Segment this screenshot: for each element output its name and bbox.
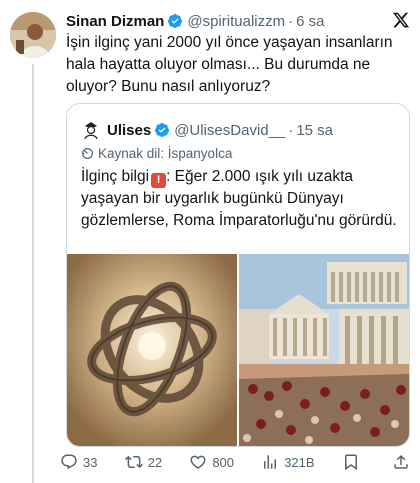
share-icon	[394, 454, 408, 469]
like-count: 800	[212, 454, 235, 470]
separator-dot: ·	[288, 12, 294, 30]
author-handle[interactable]: @spiritualizzm	[187, 13, 285, 30]
bookmark-icon	[344, 454, 357, 471]
quote-author-name[interactable]: Ulises	[107, 122, 151, 139]
quote-avatar[interactable]	[81, 120, 101, 140]
quoted-tweet[interactable]: Ulises @UlisesDavid__ · 15 sa Kaynak dil…	[66, 103, 410, 447]
translate-icon	[82, 148, 93, 159]
x-logo-icon[interactable]	[392, 11, 410, 29]
like-icon	[190, 455, 206, 469]
quote-time[interactable]: 15 sa	[296, 122, 333, 139]
views-count: 321B	[284, 454, 315, 470]
separator-dot: ·	[288, 121, 294, 139]
views-button[interactable]: 321B	[261, 453, 315, 471]
roman-forum-image[interactable]	[239, 254, 409, 446]
tweet-time[interactable]: 6 sa	[296, 13, 324, 30]
siren-emoji-icon: !	[151, 173, 167, 188]
thread-line	[32, 64, 34, 483]
retweet-icon	[124, 455, 143, 469]
author-name[interactable]: Sinan Dizman	[66, 13, 164, 30]
source-language-label: Kaynak dil: İspanyolca	[98, 146, 233, 161]
share-button[interactable]	[392, 453, 415, 471]
retweet-button[interactable]: 22	[124, 453, 163, 471]
retweet-count: 22	[147, 454, 163, 470]
verified-badge-icon	[155, 123, 170, 137]
author-avatar[interactable]	[10, 12, 56, 58]
bookmark-button[interactable]	[342, 453, 365, 471]
like-button[interactable]: 800	[189, 453, 234, 471]
tweet-text: İşin ilginç yani 2000 yıl önce yaşayan i…	[66, 34, 393, 95]
quote-author-handle[interactable]: @UlisesDavid__	[174, 122, 285, 139]
tweet-header: Sinan Dizman @spiritualizzm · 6 sa	[66, 10, 410, 32]
quote-media	[67, 254, 409, 446]
ring-structure-image[interactable]	[67, 254, 237, 446]
quote-text: İlginç bilgi!: Eğer 2.000 ışık yılı uzak…	[81, 166, 399, 232]
verified-badge-icon	[168, 14, 183, 28]
quote-header: Ulises @UlisesDavid__ · 15 sa	[81, 120, 333, 140]
tweet-card[interactable]: Sinan Dizman @spiritualizzm · 6 sa İşin …	[0, 0, 420, 483]
reply-button[interactable]: 33	[60, 453, 97, 471]
reply-icon	[61, 454, 77, 470]
reply-count: 33	[83, 454, 98, 470]
tweet-actions: 33 22 800 321B	[60, 452, 415, 472]
views-icon	[264, 455, 277, 469]
source-language: Kaynak dil: İspanyolca	[81, 146, 232, 161]
quote-text-prefix: İlginç bilgi	[81, 168, 150, 185]
